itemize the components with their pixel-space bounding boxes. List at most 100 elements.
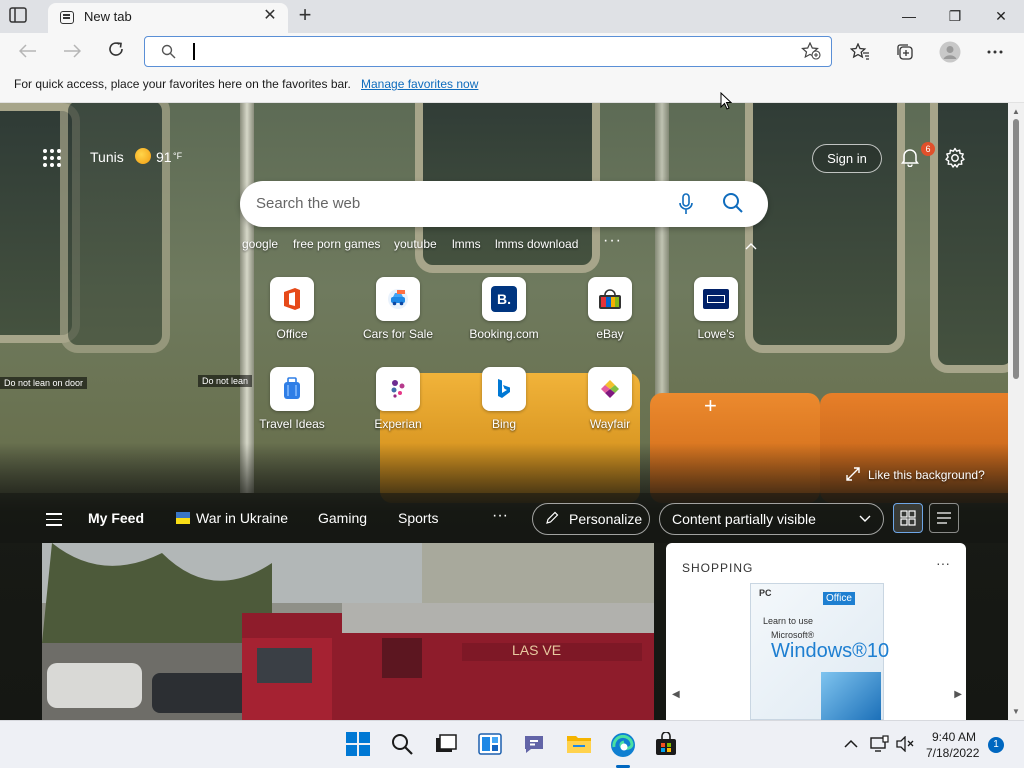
mouse-cursor-icon (720, 91, 733, 115)
shopping-card[interactable]: SHOPPING ··· PC Office Learn to use Micr… (666, 543, 966, 720)
sign-in-button[interactable]: Sign in (812, 144, 882, 173)
quick-link-booking[interactable]: B. Booking.com (459, 277, 549, 341)
tab-actions-icon[interactable] (9, 7, 37, 27)
feed-menu-icon[interactable] (46, 513, 62, 530)
task-view-icon[interactable] (434, 732, 460, 758)
taskbar-search-icon[interactable] (390, 732, 416, 758)
scroll-up-icon[interactable]: ▲ (1012, 107, 1020, 116)
product-tag: Office (823, 592, 855, 605)
collections-icon[interactable] (890, 37, 920, 67)
wayfair-icon (588, 367, 632, 411)
microphone-icon[interactable] (678, 193, 694, 220)
shopping-card-header: SHOPPING (682, 561, 754, 575)
edge-browser-icon[interactable] (610, 732, 636, 758)
address-bar[interactable] (144, 36, 832, 67)
trending-search-3[interactable]: youtube (394, 237, 437, 251)
volume-muted-icon[interactable] (896, 735, 922, 762)
taskbar-clock-time[interactable]: 9:40 AM (932, 730, 976, 744)
quick-link-cars-for-sale[interactable]: Cars for Sale (353, 277, 443, 341)
carousel-prev-icon[interactable]: ◀ (672, 689, 680, 700)
favorites-icon[interactable] (845, 37, 875, 67)
network-display-icon[interactable] (870, 735, 896, 761)
product-line-2: Microsoft® (771, 630, 815, 640)
app-launcher-icon[interactable] (43, 149, 61, 167)
minimize-button[interactable]: — (886, 0, 932, 32)
personalize-button[interactable]: Personalize (532, 503, 650, 535)
chevron-down-icon (859, 504, 871, 534)
train-sign-text: Do not lean (198, 375, 253, 387)
feed-tab-gaming[interactable]: Gaming (318, 510, 367, 526)
quick-link-travel-ideas[interactable]: Travel Ideas (247, 367, 337, 431)
forward-button[interactable] (57, 37, 87, 67)
scroll-down-icon[interactable]: ▼ (1012, 707, 1020, 716)
trending-search-1[interactable]: google (242, 237, 278, 251)
address-input[interactable] (193, 43, 195, 60)
feed-tab-war-in-ukraine[interactable]: War in Ukraine (176, 510, 288, 526)
teams-chat-icon[interactable] (522, 732, 548, 758)
trending-more-button[interactable]: ··· (603, 232, 622, 250)
show-hidden-icons-chevron-icon[interactable] (844, 736, 870, 762)
file-explorer-icon[interactable] (566, 732, 592, 758)
newtab-favicon-icon (60, 11, 74, 24)
content-visibility-dropdown[interactable]: Content partially visible (659, 503, 884, 535)
profile-avatar-icon[interactable] (935, 37, 965, 67)
add-shortcut-button[interactable]: + (704, 393, 717, 419)
feed-tab-sports[interactable]: Sports (398, 510, 438, 526)
product-brand: PC (759, 588, 772, 598)
page-scrollbar[interactable]: ▲ ▼ (1008, 103, 1024, 720)
trending-search-5[interactable]: lmms download (495, 237, 578, 251)
web-search-input[interactable]: Search the web (256, 195, 360, 212)
tab-new-tab[interactable]: New tab ✕ (48, 3, 288, 33)
refresh-button[interactable] (101, 37, 131, 67)
suitcase-icon (270, 367, 314, 411)
ukraine-flag-icon (176, 512, 190, 524)
quick-link-office[interactable]: Office (247, 277, 337, 341)
manage-favorites-link[interactable]: Manage favorites now (361, 77, 478, 91)
list-layout-button[interactable] (929, 503, 959, 533)
add-favorite-icon[interactable] (801, 41, 821, 65)
search-submit-icon[interactable] (722, 192, 744, 219)
restore-button[interactable]: ❐ (932, 0, 978, 32)
product-image[interactable]: PC Office Learn to use Microsoft® Window… (750, 583, 889, 720)
quick-link-lowes[interactable]: Lowe's (671, 277, 761, 341)
widgets-icon[interactable] (478, 732, 504, 758)
expand-icon (846, 467, 860, 481)
favorites-bar: For quick access, place your favorites h… (0, 71, 1024, 103)
feed-more-button[interactable]: ··· (492, 507, 508, 525)
like-background-button[interactable]: Like this background? (846, 467, 985, 482)
quick-link-ebay[interactable]: eBay (565, 277, 655, 341)
quick-link-bing[interactable]: Bing (459, 367, 549, 431)
start-windows-icon[interactable] (346, 732, 372, 758)
web-search-box[interactable]: Search the web (240, 181, 768, 227)
quick-link-label: Wayfair (589, 417, 631, 431)
quick-link-wayfair[interactable]: Wayfair (565, 367, 655, 431)
notifications-badge: 6 (921, 142, 935, 156)
personalize-label: Personalize (569, 511, 643, 527)
windows-logo-graphic (821, 672, 881, 720)
page-settings-gear-icon[interactable] (944, 147, 966, 174)
shopping-card-more-button[interactable]: ··· (936, 555, 950, 571)
scrollbar-thumb[interactable] (1013, 119, 1019, 379)
feed-tab-my-feed[interactable]: My Feed (88, 510, 144, 526)
quick-link-experian[interactable]: Experian (353, 367, 443, 431)
settings-more-icon[interactable] (980, 37, 1010, 67)
weather-temperature[interactable]: 91 (156, 149, 172, 165)
trending-search-2[interactable]: free porn games (293, 237, 380, 251)
new-tab-button[interactable]: + (292, 4, 318, 28)
close-window-button[interactable]: ✕ (978, 0, 1024, 32)
grid-layout-button[interactable] (893, 503, 923, 533)
collapse-chevron-icon[interactable] (745, 239, 757, 253)
weather-city[interactable]: Tunis (90, 149, 124, 165)
trending-search-4[interactable]: lmms (452, 237, 481, 251)
back-button[interactable] (13, 37, 43, 67)
carousel-next-icon[interactable]: ▶ (954, 689, 962, 700)
news-card-image[interactable]: LAS VE (42, 543, 654, 720)
microsoft-store-icon[interactable] (654, 731, 680, 758)
pencil-icon (545, 504, 559, 534)
tab-close-button[interactable]: ✕ (260, 6, 280, 26)
notifications-bell-icon[interactable] (900, 147, 920, 172)
search-icon (161, 44, 176, 64)
quick-link-label: eBay (596, 327, 624, 341)
notification-center-badge[interactable]: 1 (988, 737, 1004, 753)
taskbar-clock-date[interactable]: 7/18/2022 (926, 746, 979, 760)
